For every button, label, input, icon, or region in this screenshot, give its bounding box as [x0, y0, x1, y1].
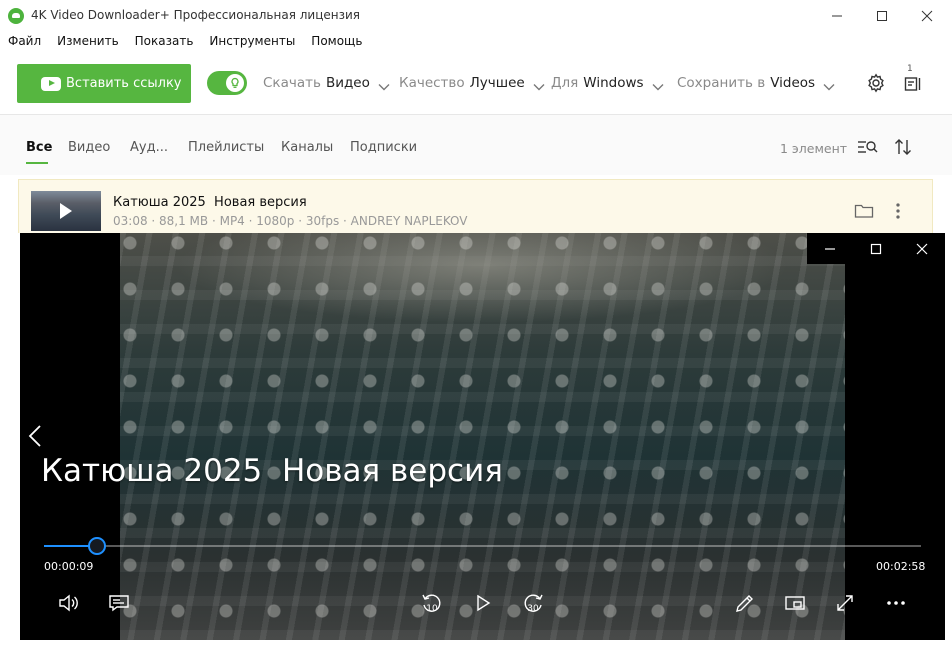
tab-active-indicator: [26, 162, 48, 164]
title-bar: 4K Video Downloader+ Профессиональная ли…: [0, 0, 952, 31]
folder-icon[interactable]: [854, 203, 874, 223]
seek-bar[interactable]: [44, 537, 921, 555]
video-frame-texture: [120, 233, 845, 640]
search-list-icon[interactable]: [857, 136, 879, 158]
more-options-icon[interactable]: [881, 588, 911, 618]
save-location-label: Сохранить в: [677, 75, 766, 91]
notification-badge: 1: [907, 64, 913, 74]
window-title: 4K Video Downloader+ Профессиональная ли…: [31, 8, 360, 22]
rewind-seconds: 10: [426, 604, 438, 614]
subtitles-icon[interactable]: [104, 588, 134, 618]
minimize-button[interactable]: [814, 0, 860, 31]
edit-pencil-icon[interactable]: [730, 588, 760, 618]
chevron-down-icon: [378, 79, 390, 91]
subscriptions-icon[interactable]: [902, 72, 924, 94]
close-button[interactable]: [904, 0, 950, 31]
lightbulb-icon: [226, 74, 244, 92]
tab-audio[interactable]: Ауд...: [130, 140, 168, 155]
volume-icon[interactable]: [54, 588, 84, 618]
quality-value: Лучшее: [469, 75, 525, 91]
menu-help[interactable]: Помощь: [303, 31, 362, 51]
menu-tools[interactable]: Инструменты: [201, 31, 295, 51]
platform-value: Windows: [583, 75, 644, 91]
filter-tabs: Все Видео Ауд... Плейлисты Каналы Подпис…: [0, 115, 952, 175]
paste-link-button[interactable]: Вставить ссылку: [17, 64, 191, 103]
item-metadata: 03:08 · 88,1 MB · MP4 · 1080p · 30fps · …: [113, 214, 468, 228]
player-maximize-button[interactable]: [853, 233, 899, 264]
download-type-value: Видео: [325, 75, 370, 91]
paste-link-label: Вставить ссылку: [66, 76, 182, 91]
save-location-dropdown[interactable]: Сохранить в Videos: [677, 75, 835, 91]
more-options-icon[interactable]: [895, 203, 901, 223]
player-close-button[interactable]: [899, 233, 945, 264]
forward-30-button[interactable]: 30: [518, 588, 548, 618]
current-time: 00:00:09: [44, 560, 94, 573]
tab-subscriptions[interactable]: Подписки: [350, 140, 417, 155]
menu-bar: Файл Изменить Показать Инструменты Помощ…: [0, 31, 952, 51]
video-player-window[interactable]: Катюша 2025 Новая версия 00:00:09 00:02:…: [20, 233, 945, 640]
download-type-dropdown[interactable]: Скачать Видео: [263, 75, 390, 91]
play-icon: [60, 203, 72, 219]
settings-gear-icon[interactable]: [865, 72, 887, 94]
video-thumbnail[interactable]: [31, 191, 101, 231]
remaining-time: 00:02:58: [876, 560, 926, 573]
download-item[interactable]: Катюша 2025 Новая версия 03:08 · 88,1 MB…: [18, 179, 933, 233]
tab-playlists[interactable]: Плейлисты: [188, 140, 264, 155]
play-button[interactable]: [468, 588, 498, 618]
sort-icon[interactable]: [892, 136, 914, 158]
mini-view-icon[interactable]: [780, 588, 810, 618]
fullscreen-icon[interactable]: [830, 588, 860, 618]
smart-mode-toggle[interactable]: [207, 71, 247, 95]
platform-label: Для: [551, 75, 579, 91]
player-title: Катюша 2025 Новая версия: [41, 453, 503, 489]
seek-bar-handle[interactable]: [88, 537, 106, 555]
quality-dropdown[interactable]: Качество Лучшее: [399, 75, 545, 91]
quality-label: Качество: [399, 75, 465, 91]
download-type-label: Скачать: [263, 75, 321, 91]
chevron-down-icon: [533, 79, 545, 91]
maximize-button[interactable]: [859, 0, 905, 31]
rewind-10-button[interactable]: 10: [417, 588, 447, 618]
toolbar: Вставить ссылку Скачать Видео Качество Л…: [0, 51, 952, 115]
forward-seconds: 30: [527, 604, 539, 614]
tab-all[interactable]: Все: [26, 140, 52, 155]
back-arrow-icon[interactable]: [28, 424, 42, 452]
save-location-value: Videos: [770, 75, 816, 91]
item-title: Катюша 2025 Новая версия: [113, 195, 307, 210]
menu-file[interactable]: Файл: [0, 31, 41, 51]
platform-dropdown[interactable]: Для Windows: [551, 75, 664, 91]
menu-edit[interactable]: Изменить: [49, 31, 119, 51]
item-count: 1 элемент: [780, 141, 848, 156]
tab-channels[interactable]: Каналы: [281, 140, 333, 155]
menu-view[interactable]: Показать: [127, 31, 194, 51]
youtube-icon: [41, 76, 61, 91]
player-minimize-button[interactable]: [807, 233, 853, 264]
app-logo-icon: [8, 8, 24, 24]
chevron-down-icon: [652, 79, 664, 91]
tab-video[interactable]: Видео: [68, 140, 110, 155]
chevron-down-icon: [823, 79, 835, 91]
